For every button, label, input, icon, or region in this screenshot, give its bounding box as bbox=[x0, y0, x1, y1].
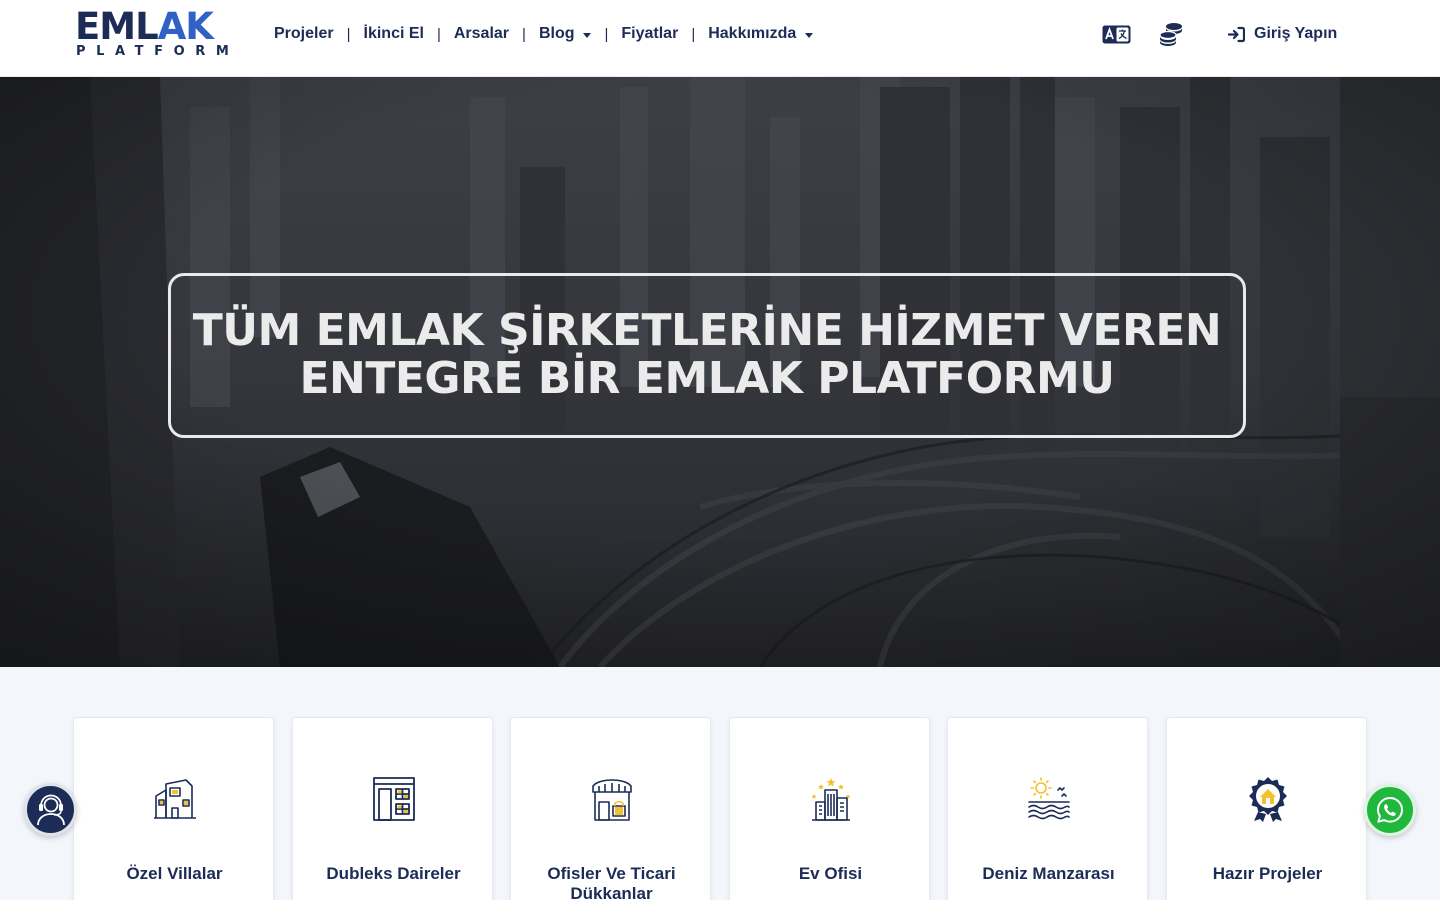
nav-item-blog[interactable]: Blog bbox=[539, 25, 592, 43]
nav-item-fiyatlar[interactable]: Fiyatlar bbox=[621, 25, 678, 43]
sea-view-icon bbox=[1028, 777, 1070, 820]
nav-item-hakkimizda[interactable]: Hakkımızda bbox=[708, 25, 814, 43]
villa-icon bbox=[154, 779, 196, 819]
category-label: Dubleks Daireler bbox=[326, 864, 461, 883]
nav-separator: | bbox=[522, 25, 526, 43]
whatsapp-button[interactable] bbox=[1364, 784, 1416, 836]
city-buildings-icon bbox=[811, 778, 851, 821]
login-label: Giriş Yapın bbox=[1254, 25, 1338, 42]
login-button[interactable]: Giriş Yapın bbox=[1228, 23, 1337, 45]
nav-separator: | bbox=[691, 25, 696, 43]
customer-support-icon bbox=[37, 794, 65, 826]
nav-separator: | bbox=[346, 25, 351, 43]
category-card-deniz-manzarasi[interactable]: Deniz Manzarası bbox=[947, 717, 1148, 900]
logo-wordmark: EMLAK bbox=[75, 5, 214, 48]
customer-support-button[interactable] bbox=[24, 783, 77, 836]
category-card-ev-ofisi[interactable]: Ev Ofisi bbox=[729, 717, 930, 900]
whatsapp-icon bbox=[1377, 797, 1403, 823]
category-label: Ev Ofisi bbox=[798, 864, 863, 883]
sign-in-icon bbox=[1228, 26, 1245, 42]
category-label: Deniz Manzarası bbox=[982, 864, 1115, 883]
translate-icon[interactable] bbox=[1102, 25, 1131, 44]
chevron-down-icon bbox=[805, 32, 814, 38]
badge-home-icon bbox=[1249, 777, 1287, 822]
logo-subtitle: PLATFORM bbox=[76, 44, 240, 59]
category-card-hazir-projeler[interactable]: Hazır Projeler bbox=[1166, 717, 1367, 900]
chevron-down-icon bbox=[583, 32, 592, 38]
hero-title: TÜM EMLAK ŞİRKETLERİNE HİZMET VEREN ENTE… bbox=[168, 307, 1246, 403]
category-card-ofisler-ticari[interactable]: Ofisler Ve Ticari Dükkanlar bbox=[510, 717, 711, 900]
duplex-building-icon bbox=[373, 777, 415, 821]
category-cards: Özel Villalar Dubleks Daireler Ofisler V… bbox=[73, 717, 1367, 900]
coins-icon[interactable] bbox=[1158, 22, 1184, 46]
nav-item-ikinci-el[interactable]: İkinci El bbox=[364, 25, 424, 43]
main-nav: Projeler | İkinci El | Arsalar | Blog | … bbox=[274, 22, 814, 46]
hero-title-line1: TÜM EMLAK ŞİRKETLERİNE HİZMET VEREN bbox=[192, 305, 1222, 356]
nav-separator: | bbox=[604, 25, 609, 43]
category-label: Özel Villalar bbox=[126, 864, 223, 883]
site-header: EMLAK PLATFORM Projeler | İkinci El | Ar… bbox=[0, 0, 1440, 77]
nav-item-projeler[interactable]: Projeler bbox=[274, 25, 334, 43]
site-logo[interactable]: EMLAK PLATFORM bbox=[75, 5, 231, 61]
nav-separator: | bbox=[436, 25, 441, 43]
shop-icon bbox=[592, 779, 632, 821]
category-label: Ofisler Ve Ticari Dükkanlar bbox=[547, 864, 676, 900]
category-label: Hazır Projeler bbox=[1212, 864, 1323, 883]
category-card-ozel-villalar[interactable]: Özel Villalar bbox=[73, 717, 274, 900]
hero-title-line2: ENTEGRE BİR EMLAK PLATFORMU bbox=[299, 353, 1115, 404]
nav-item-arsalar[interactable]: Arsalar bbox=[454, 25, 509, 43]
hero-banner: TÜM EMLAK ŞİRKETLERİNE HİZMET VEREN ENTE… bbox=[0, 77, 1440, 667]
category-card-dubleks-daireler[interactable]: Dubleks Daireler bbox=[292, 717, 493, 900]
